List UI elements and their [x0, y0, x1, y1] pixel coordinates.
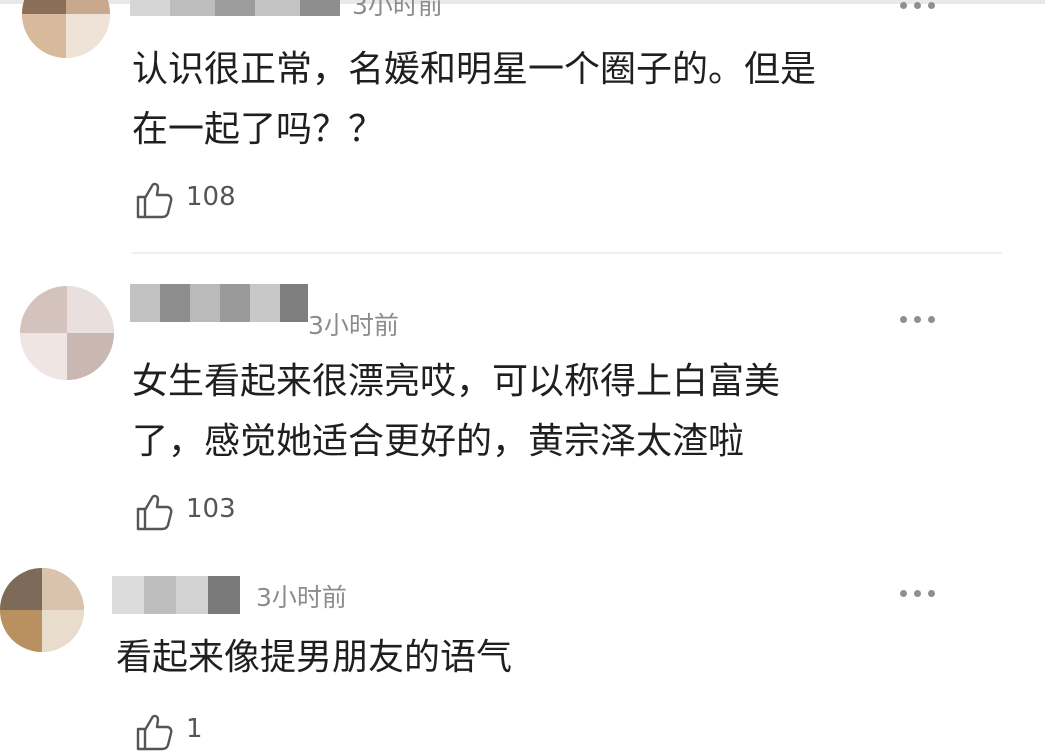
- more-options-icon[interactable]: [900, 314, 940, 324]
- username-blurred[interactable]: [112, 576, 240, 614]
- comment-item-1: 3小时前 认识很正常，名媛和明星一个圈子的。但是 在一起了吗？？ 108: [0, 0, 1045, 260]
- comment-item-2: 3小时前 女生看起来很漂亮哎，可以称得上白富美 了，感觉她适合更好的，黄宗泽太渣…: [0, 260, 1045, 540]
- like-button[interactable]: 103: [134, 492, 274, 532]
- avatar[interactable]: [20, 286, 114, 380]
- comment-text: 看起来像提男朋友的语气: [116, 637, 513, 678]
- like-count: 103: [186, 494, 236, 524]
- more-options-icon[interactable]: [900, 0, 940, 10]
- like-button[interactable]: 1: [134, 712, 274, 752]
- avatar[interactable]: [0, 568, 84, 652]
- comment-text: 认识很正常，名媛和明星一个圈子的。但是 在一起了吗？？: [132, 49, 817, 150]
- comment-time: 3小时前: [308, 311, 399, 340]
- more-options-icon[interactable]: [900, 588, 940, 598]
- username-blurred[interactable]: [130, 284, 308, 322]
- comment-divider: [132, 252, 1002, 254]
- comment-text: 女生看起来很漂亮哎，可以称得上白富美 了，感觉她适合更好的，黄宗泽太渣啦: [132, 361, 781, 462]
- thumbs-up-icon: [136, 182, 173, 219]
- comment-time: 3小时前: [352, 0, 443, 20]
- like-count: 108: [186, 182, 236, 212]
- avatar[interactable]: [22, 0, 110, 58]
- thumbs-up-icon: [136, 714, 173, 751]
- comment-item-3: 3小时前 看起来像提男朋友的语气 1: [0, 540, 1045, 751]
- username-blurred[interactable]: [130, 0, 340, 16]
- like-button[interactable]: 108: [134, 180, 274, 220]
- thumbs-up-icon: [136, 494, 173, 531]
- comment-time: 3小时前: [256, 583, 347, 612]
